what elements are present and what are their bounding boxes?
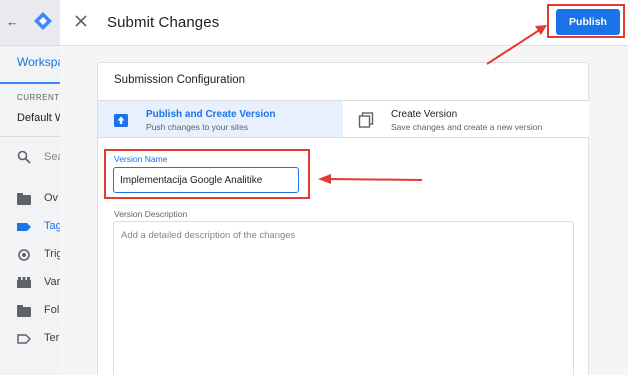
- variables-icon: [17, 277, 31, 288]
- sidebar-item-label: Trig: [44, 248, 60, 260]
- sidebar-search-input[interactable]: Sea: [44, 151, 60, 163]
- submit-changes-panel: Submit Changes Publish Submission Config…: [60, 0, 628, 375]
- sidebar-item-label: Ov: [44, 192, 59, 204]
- sidebar-item-templates[interactable]: Ter: [0, 327, 60, 353]
- current-workspace-selector[interactable]: Default W: [17, 112, 60, 124]
- submission-configuration-card: Submission Configuration Publish and Cre…: [97, 62, 589, 375]
- close-icon[interactable]: [74, 14, 88, 28]
- version-name-label: Version Name: [114, 154, 168, 164]
- sidebar-item-triggers[interactable]: Trig: [0, 243, 60, 269]
- tab-workspace[interactable]: Workspa: [0, 46, 60, 84]
- option-title: Publish and Create Version: [146, 109, 276, 120]
- overview-folder-icon: [17, 193, 31, 205]
- app-header: ←: [0, 0, 60, 46]
- page-title: Submit Changes: [107, 14, 220, 31]
- sidebar-item-label: Ter: [44, 332, 60, 344]
- template-icon: [17, 334, 31, 344]
- version-description-label: Version Description: [114, 209, 188, 219]
- sidebar: CURRENT W Default W Sea Ov Tag Trig Var …: [0, 84, 60, 375]
- option-title: Create Version: [391, 109, 458, 120]
- panel-header: Submit Changes Publish: [60, 0, 628, 46]
- sidebar-item-tags[interactable]: Tag: [0, 215, 60, 241]
- sidebar-item-variables[interactable]: Var: [0, 271, 60, 297]
- publish-upload-icon: [114, 114, 128, 127]
- option-subtitle: Save changes and create a new version: [391, 122, 543, 132]
- copy-version-icon: [358, 112, 374, 128]
- sidebar-item-folders[interactable]: Fol: [0, 299, 60, 325]
- arrow-left-icon[interactable]: ←: [6, 15, 19, 29]
- search-icon[interactable]: [17, 150, 31, 164]
- option-publish-and-create-version[interactable]: Publish and Create Version Push changes …: [98, 100, 343, 138]
- publish-button[interactable]: Publish: [556, 9, 620, 35]
- card-title: Submission Configuration: [114, 74, 246, 86]
- sidebar-item-label: Tag: [44, 220, 60, 232]
- option-create-version[interactable]: Create Version Save changes and create a…: [343, 100, 589, 138]
- option-subtitle: Push changes to your sites: [146, 122, 249, 132]
- tag-icon: [17, 223, 31, 231]
- current-workspace-label: CURRENT W: [17, 93, 60, 102]
- sidebar-item-label: Var: [44, 276, 60, 288]
- tag-manager-logo-icon: [34, 12, 52, 30]
- sidebar-item-label: Fol: [44, 304, 60, 316]
- tab-workspace-label: Workspa: [17, 55, 60, 69]
- trigger-icon: [18, 249, 30, 261]
- version-description-textarea[interactable]: [113, 221, 574, 375]
- sidebar-divider: [0, 136, 60, 137]
- sidebar-item-overview[interactable]: Ov: [0, 187, 60, 213]
- folder-icon: [17, 305, 31, 317]
- version-name-input[interactable]: [113, 167, 299, 193]
